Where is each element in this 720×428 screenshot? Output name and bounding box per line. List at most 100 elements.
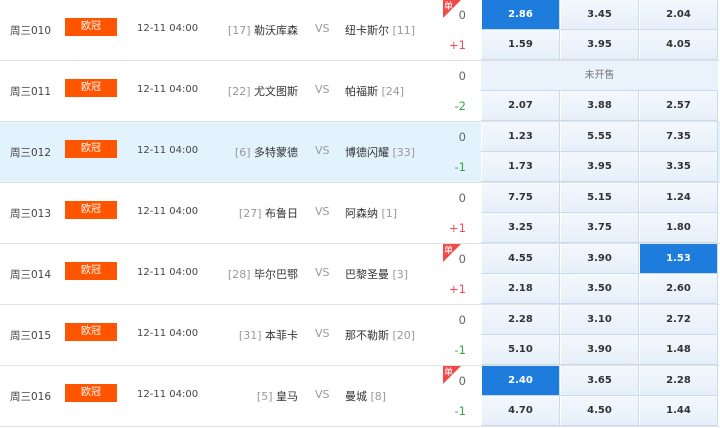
away-rank: [8]	[370, 390, 387, 403]
match-time: 12-11 04:00	[137, 267, 199, 278]
handicap-zero: 0	[458, 313, 466, 327]
odds-draw[interactable]: 3.95	[560, 152, 639, 181]
vs-label: VS	[315, 83, 330, 96]
away-rank: [33]	[392, 146, 416, 159]
home-team[interactable]: [28] 毕尔巴鄂	[228, 266, 298, 282]
home-team[interactable]: [5] 皇马	[257, 388, 298, 404]
league-badge[interactable]: 欧冠	[65, 384, 117, 402]
away-team[interactable]: 巴黎圣曼 [3]	[345, 266, 408, 282]
home-rank: [6]	[234, 146, 251, 159]
match-row: 周三010 欧冠 12-11 04:00 [17] 勒沃库森 VS 纽卡斯尔 […	[0, 0, 720, 61]
odds-row-handicap: 2.18 3.50 2.60	[481, 274, 718, 304]
match-row: 周三014 欧冠 12-11 04:00 [28] 毕尔巴鄂 VS 巴黎圣曼 […	[0, 244, 720, 305]
league-badge[interactable]: 欧冠	[65, 140, 117, 158]
vs-label: VS	[315, 266, 330, 279]
odds-home-win[interactable]: 3.25	[481, 213, 560, 242]
match-row: 周三016 欧冠 12-11 04:00 [5] 皇马 VS 曼城 [8] 0 …	[0, 366, 720, 427]
away-team[interactable]: 博德闪耀 [33]	[345, 144, 415, 160]
odds-away-win[interactable]: 4.05	[639, 30, 718, 59]
home-team-name: 尤文图斯	[254, 85, 298, 98]
odds-away-win[interactable]: 1.80	[639, 213, 718, 242]
handicap-zero: 0	[458, 191, 466, 205]
odds-draw[interactable]: 3.10	[560, 305, 639, 334]
odds-away-win[interactable]: 1.53	[639, 244, 718, 273]
odds-away-win[interactable]: 3.35	[639, 152, 718, 181]
match-list: 周三010 欧冠 12-11 04:00 [17] 勒沃库森 VS 纽卡斯尔 […	[0, 0, 720, 427]
odds-row-handicap: 4.70 4.50 1.44	[481, 396, 718, 426]
odds-away-win[interactable]: 2.57	[639, 91, 718, 120]
odds-home-win[interactable]: 2.86	[481, 0, 560, 29]
odds-home-win[interactable]: 2.28	[481, 305, 560, 334]
league-badge[interactable]: 欧冠	[65, 323, 117, 341]
odds-draw[interactable]: 3.75	[560, 213, 639, 242]
odds-home-win[interactable]: 1.73	[481, 152, 560, 181]
away-team[interactable]: 曼城 [8]	[345, 388, 386, 404]
odds-away-win[interactable]: 1.48	[639, 335, 718, 364]
match-code: 周三010	[10, 25, 52, 37]
odds-draw[interactable]: 3.88	[560, 91, 639, 120]
home-team[interactable]: [22] 尤文图斯	[228, 83, 298, 99]
match-row: 周三015 欧冠 12-11 04:00 [31] 本菲卡 VS 那不勒斯 [2…	[0, 305, 720, 366]
single-label: 单	[444, 368, 454, 378]
away-team[interactable]: 帕福斯 [24]	[345, 83, 404, 99]
odds-draw[interactable]: 3.90	[560, 244, 639, 273]
home-team-name: 勒沃库森	[254, 24, 298, 37]
away-rank: [11]	[392, 24, 416, 37]
away-team[interactable]: 阿森纳 [1]	[345, 205, 397, 221]
league-badge[interactable]: 欧冠	[65, 262, 117, 280]
home-team[interactable]: [6] 多特蒙德	[235, 144, 298, 160]
odds-draw[interactable]: 3.50	[560, 274, 639, 303]
odds-away-win[interactable]: 2.04	[639, 0, 718, 29]
away-rank: [20]	[392, 329, 416, 342]
odds-home-win[interactable]: 7.75	[481, 183, 560, 212]
match-row: 周三013 欧冠 12-11 04:00 [27] 布鲁日 VS 阿森纳 [1]…	[0, 183, 720, 244]
handicap-zero: 0	[458, 69, 466, 83]
odds-home-win[interactable]: 2.18	[481, 274, 560, 303]
home-rank: [22]	[227, 85, 251, 98]
odds-draw[interactable]: 4.50	[560, 396, 639, 425]
single-label: 单	[444, 2, 454, 12]
odds-home-win[interactable]: 2.40	[481, 366, 560, 395]
odds-draw[interactable]: 3.65	[560, 366, 639, 395]
odds-row-handicap: 1.59 3.95 4.05	[481, 30, 718, 60]
odds-grid: 2.40 3.65 2.28 4.70 4.50 1.44	[481, 366, 718, 427]
odds-home-win[interactable]: 5.10	[481, 335, 560, 364]
odds-home-win[interactable]: 2.07	[481, 91, 560, 120]
league-badge[interactable]: 欧冠	[65, 18, 117, 36]
odds-away-win[interactable]: 7.35	[639, 122, 718, 151]
odds-away-win[interactable]: 2.72	[639, 305, 718, 334]
odds-draw[interactable]: 5.15	[560, 183, 639, 212]
away-team[interactable]: 那不勒斯 [20]	[345, 327, 415, 343]
home-team[interactable]: [27] 布鲁日	[239, 205, 298, 221]
odds-grid: 7.75 5.15 1.24 3.25 3.75 1.80	[481, 183, 718, 244]
odds-away-win[interactable]: 2.60	[639, 274, 718, 303]
odds-away-win[interactable]: 1.24	[639, 183, 718, 212]
handicap-value: +1	[449, 38, 466, 52]
odds-draw[interactable]: 3.45	[560, 0, 639, 29]
home-team-name: 多特蒙德	[254, 146, 298, 159]
odds-away-win[interactable]: 1.44	[639, 396, 718, 425]
odds-away-win[interactable]: 2.28	[639, 366, 718, 395]
odds-home-win[interactable]: 1.23	[481, 122, 560, 151]
league-badge[interactable]: 欧冠	[65, 79, 117, 97]
odds-draw[interactable]: 3.90	[560, 335, 639, 364]
match-time: 12-11 04:00	[137, 145, 199, 156]
away-team-name: 那不勒斯	[345, 329, 389, 342]
odds-grid: 4.55 3.90 1.53 2.18 3.50 2.60	[481, 244, 718, 305]
home-team[interactable]: [17] 勒沃库森	[228, 22, 298, 38]
home-team[interactable]: [31] 本菲卡	[239, 327, 298, 343]
odds-row-standard: 未开售	[481, 61, 718, 91]
odds-row-standard: 2.40 3.65 2.28	[481, 366, 718, 396]
odds-home-win[interactable]: 4.55	[481, 244, 560, 273]
away-team-name: 巴黎圣曼	[345, 268, 389, 281]
odds-draw[interactable]: 5.55	[560, 122, 639, 151]
home-team-name: 布鲁日	[265, 207, 298, 220]
odds-home-win[interactable]: 4.70	[481, 396, 560, 425]
odds-draw[interactable]: 3.95	[560, 30, 639, 59]
single-bet-badge: 单	[443, 244, 461, 262]
odds-row-standard: 1.23 5.55 7.35	[481, 122, 718, 152]
league-badge[interactable]: 欧冠	[65, 201, 117, 219]
away-team[interactable]: 纽卡斯尔 [11]	[345, 22, 415, 38]
home-rank: [27]	[238, 207, 262, 220]
odds-home-win[interactable]: 1.59	[481, 30, 560, 59]
